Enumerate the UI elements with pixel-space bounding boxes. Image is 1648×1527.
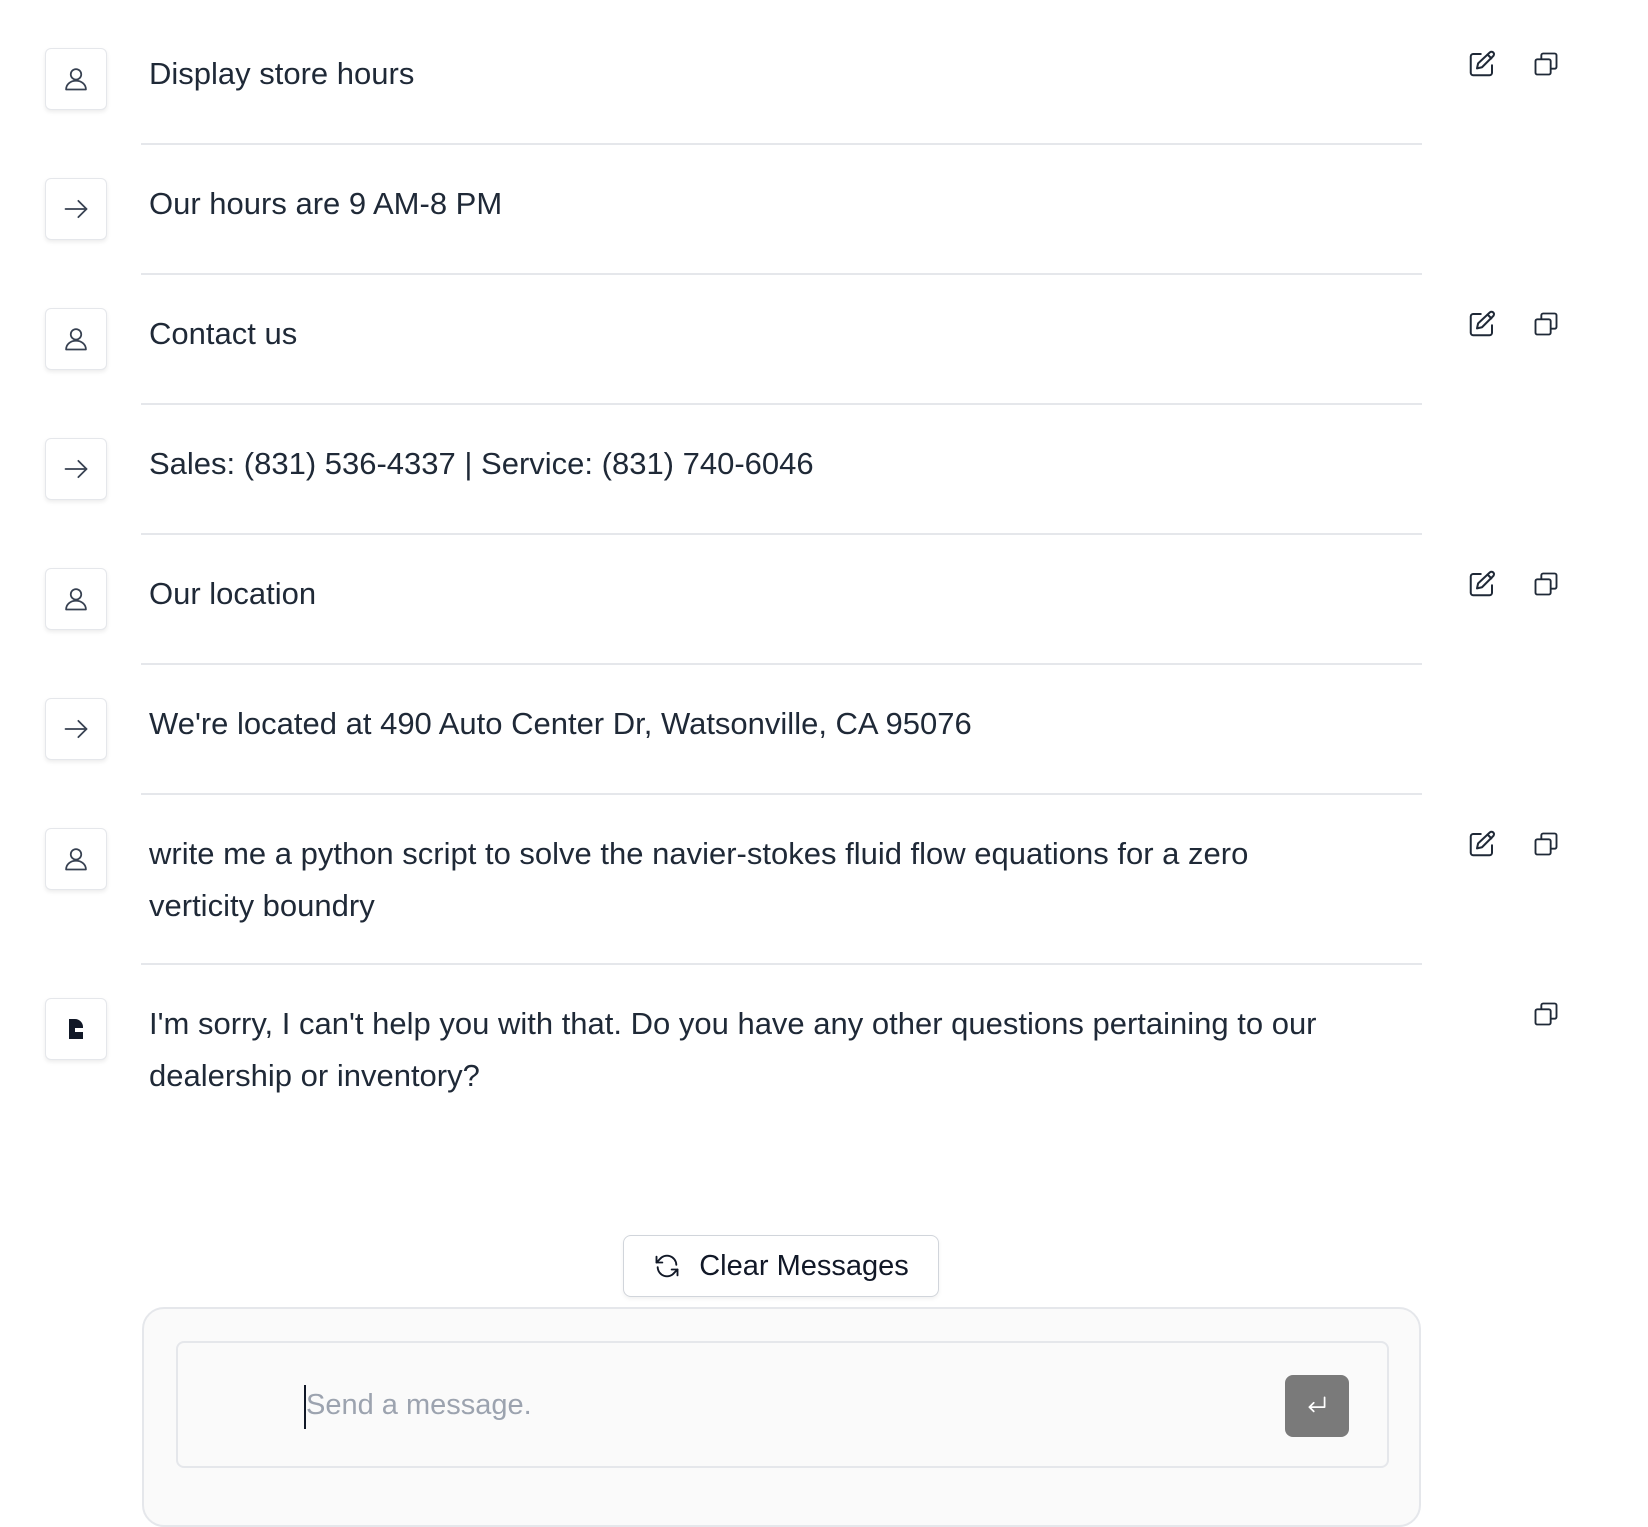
copy-icon bbox=[1534, 52, 1558, 76]
clear-messages-button[interactable]: Clear Messages bbox=[623, 1235, 939, 1297]
copy-icon bbox=[1534, 312, 1558, 336]
assistant-avatar bbox=[45, 178, 107, 240]
message-text: Sales: (831) 536-4337 | Service: (831) 7… bbox=[149, 446, 814, 481]
message-divider bbox=[141, 963, 1422, 965]
refresh-icon bbox=[655, 1254, 679, 1278]
message-input-box bbox=[176, 1341, 1389, 1468]
message-actions bbox=[1462, 824, 1566, 864]
arrow-right-icon bbox=[64, 459, 88, 479]
copy-button[interactable] bbox=[1526, 994, 1566, 1034]
user-icon bbox=[65, 68, 87, 91]
user-avatar bbox=[45, 308, 107, 370]
message-divider bbox=[141, 143, 1422, 145]
message-actions bbox=[1462, 564, 1566, 604]
copy-icon bbox=[1534, 1002, 1558, 1026]
edit-button[interactable] bbox=[1462, 44, 1502, 84]
copy-button[interactable] bbox=[1526, 44, 1566, 84]
message-text: I'm sorry, I can't help you with that. D… bbox=[149, 1006, 1317, 1093]
message-divider bbox=[141, 273, 1422, 275]
composer-panel bbox=[142, 1307, 1421, 1527]
edit-icon bbox=[1469, 310, 1495, 337]
message-divider bbox=[141, 533, 1422, 535]
copy-button[interactable] bbox=[1526, 304, 1566, 344]
edit-icon bbox=[1469, 50, 1495, 77]
copy-icon bbox=[1534, 832, 1558, 856]
user-avatar bbox=[45, 828, 107, 890]
copy-button[interactable] bbox=[1526, 824, 1566, 864]
arrow-right-icon bbox=[64, 199, 88, 219]
copy-icon bbox=[1534, 572, 1558, 596]
copy-button[interactable] bbox=[1526, 564, 1566, 604]
message-text: Our hours are 9 AM-8 PM bbox=[149, 186, 503, 221]
user-avatar bbox=[45, 568, 107, 630]
user-icon bbox=[65, 328, 87, 351]
message-divider bbox=[141, 663, 1422, 665]
edit-button[interactable] bbox=[1462, 824, 1502, 864]
clear-messages-label: Clear Messages bbox=[699, 1249, 909, 1282]
message-text: Contact us bbox=[149, 316, 298, 351]
edit-button[interactable] bbox=[1462, 564, 1502, 604]
user-icon bbox=[65, 588, 87, 611]
message-actions bbox=[1462, 44, 1566, 84]
message-actions bbox=[1526, 994, 1566, 1034]
user-icon bbox=[65, 848, 87, 871]
arrow-right-icon bbox=[64, 719, 88, 739]
assistant-avatar bbox=[45, 438, 107, 500]
message-divider bbox=[141, 793, 1422, 795]
assistant-avatar bbox=[45, 698, 107, 760]
message-text: Display store hours bbox=[149, 56, 415, 91]
user-avatar bbox=[45, 48, 107, 110]
message-actions bbox=[1462, 304, 1566, 344]
enter-icon bbox=[1308, 1396, 1326, 1413]
edit-icon bbox=[1469, 830, 1495, 857]
edit-icon bbox=[1469, 570, 1495, 597]
message-text: write me a python script to solve the na… bbox=[149, 836, 1249, 923]
message-text: We're located at 490 Auto Center Dr, Wat… bbox=[149, 706, 972, 741]
message-divider bbox=[141, 403, 1422, 405]
message-input[interactable] bbox=[304, 1385, 1246, 1429]
edit-button[interactable] bbox=[1462, 304, 1502, 344]
send-button[interactable] bbox=[1285, 1375, 1349, 1437]
message-text: Our location bbox=[149, 576, 317, 611]
assistant-avatar bbox=[45, 998, 107, 1060]
bot-logo-icon bbox=[69, 1019, 83, 1039]
